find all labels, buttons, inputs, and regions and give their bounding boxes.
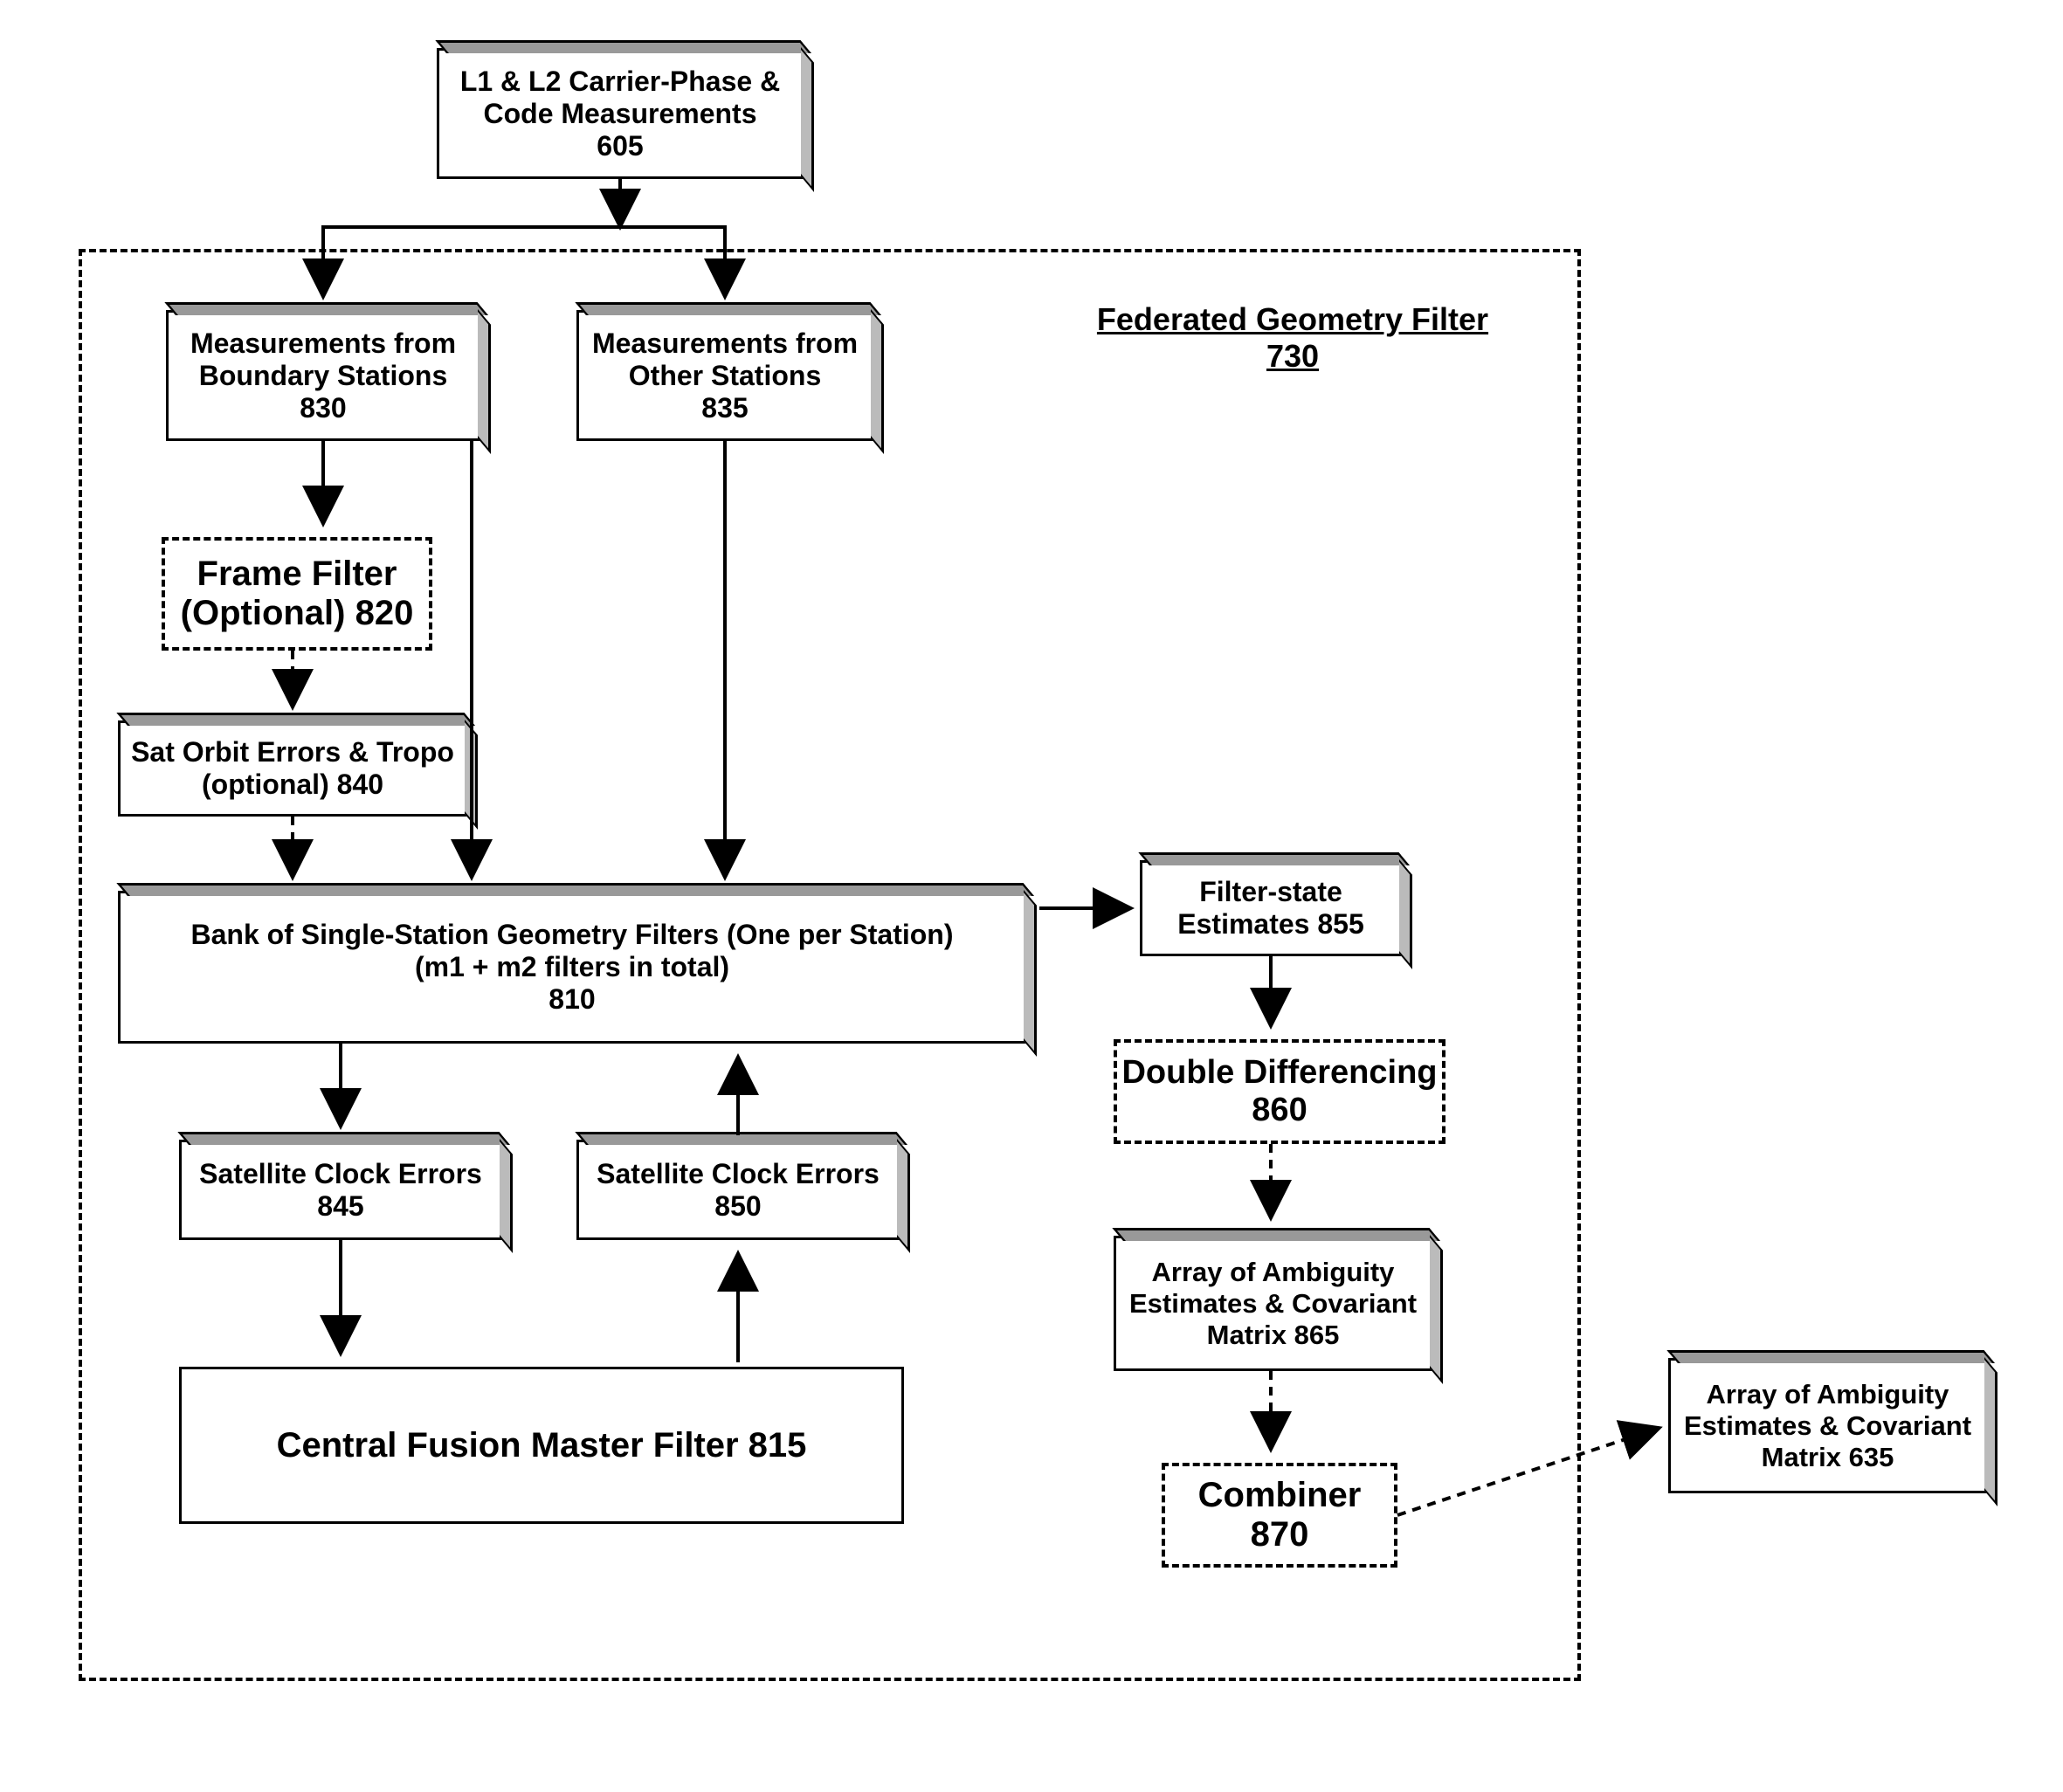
node-830-l1: Measurements from bbox=[190, 327, 456, 360]
node-850-l1: Satellite Clock Errors bbox=[597, 1158, 880, 1190]
node-605-l1: L1 & L2 Carrier-Phase & bbox=[460, 65, 780, 98]
node-865: Array of Ambiguity Estimates & Covariant… bbox=[1114, 1236, 1432, 1371]
container-title: Federated Geometry Filter 730 bbox=[1066, 301, 1520, 375]
node-810-l1: Bank of Single-Station Geometry Filters … bbox=[191, 919, 954, 951]
node-855-l1: Filter-state bbox=[1199, 876, 1342, 908]
node-865-l2: Estimates & Covariant bbox=[1129, 1288, 1417, 1320]
node-810: Bank of Single-Station Geometry Filters … bbox=[118, 891, 1026, 1044]
node-830-l2: Boundary Stations bbox=[199, 360, 447, 392]
node-810-id: 810 bbox=[549, 983, 595, 1016]
node-605-l2: Code Measurements bbox=[484, 98, 757, 130]
node-830-id: 830 bbox=[300, 392, 346, 424]
node-815: Central Fusion Master Filter 815 bbox=[179, 1367, 904, 1524]
node-635-l1: Array of Ambiguity bbox=[1707, 1379, 1949, 1410]
node-835: Measurements from Other Stations 835 bbox=[576, 310, 873, 441]
node-865-l3: Matrix 865 bbox=[1207, 1320, 1340, 1351]
node-635: Array of Ambiguity Estimates & Covariant… bbox=[1668, 1358, 1987, 1493]
node-860: Double Differencing 860 bbox=[1114, 1039, 1445, 1144]
node-870: Combiner 870 bbox=[1162, 1463, 1397, 1568]
node-605-id: 605 bbox=[597, 130, 643, 162]
node-635-l3: Matrix 635 bbox=[1762, 1442, 1894, 1473]
node-850-id: 850 bbox=[714, 1190, 761, 1223]
node-845-l1: Satellite Clock Errors bbox=[199, 1158, 482, 1190]
node-840-l2: (optional) 840 bbox=[202, 768, 383, 801]
node-850: Satellite Clock Errors 850 bbox=[576, 1140, 900, 1240]
node-635-l2: Estimates & Covariant bbox=[1684, 1410, 1971, 1442]
node-855-l2: Estimates 855 bbox=[1177, 908, 1363, 941]
node-820-l2: (Optional) 820 bbox=[181, 594, 414, 633]
node-830: Measurements from Boundary Stations 830 bbox=[166, 310, 480, 441]
node-855: Filter-state Estimates 855 bbox=[1140, 860, 1402, 956]
node-870-id: 870 bbox=[1251, 1515, 1309, 1554]
node-820: Frame Filter (Optional) 820 bbox=[162, 537, 432, 651]
node-845-id: 845 bbox=[317, 1190, 363, 1223]
node-820-l1: Frame Filter bbox=[197, 555, 397, 594]
title-text: Federated Geometry Filter bbox=[1097, 301, 1488, 337]
node-860-l1: Double Differencing bbox=[1121, 1054, 1437, 1092]
node-870-l1: Combiner bbox=[1198, 1476, 1362, 1515]
node-840-l1: Sat Orbit Errors & Tropo bbox=[131, 736, 454, 768]
node-810-l2: (m1 + m2 filters in total) bbox=[415, 951, 729, 983]
node-840: Sat Orbit Errors & Tropo (optional) 840 bbox=[118, 720, 467, 817]
node-835-l2: Other Stations bbox=[629, 360, 821, 392]
node-605: L1 & L2 Carrier-Phase & Code Measurement… bbox=[437, 48, 804, 179]
node-835-id: 835 bbox=[701, 392, 748, 424]
node-865-l1: Array of Ambiguity bbox=[1152, 1257, 1395, 1288]
node-845: Satellite Clock Errors 845 bbox=[179, 1140, 502, 1240]
node-815-l1: Central Fusion Master Filter 815 bbox=[277, 1426, 807, 1465]
node-860-id: 860 bbox=[1252, 1092, 1307, 1129]
node-835-l1: Measurements from bbox=[592, 327, 858, 360]
title-id: 730 bbox=[1266, 338, 1319, 374]
